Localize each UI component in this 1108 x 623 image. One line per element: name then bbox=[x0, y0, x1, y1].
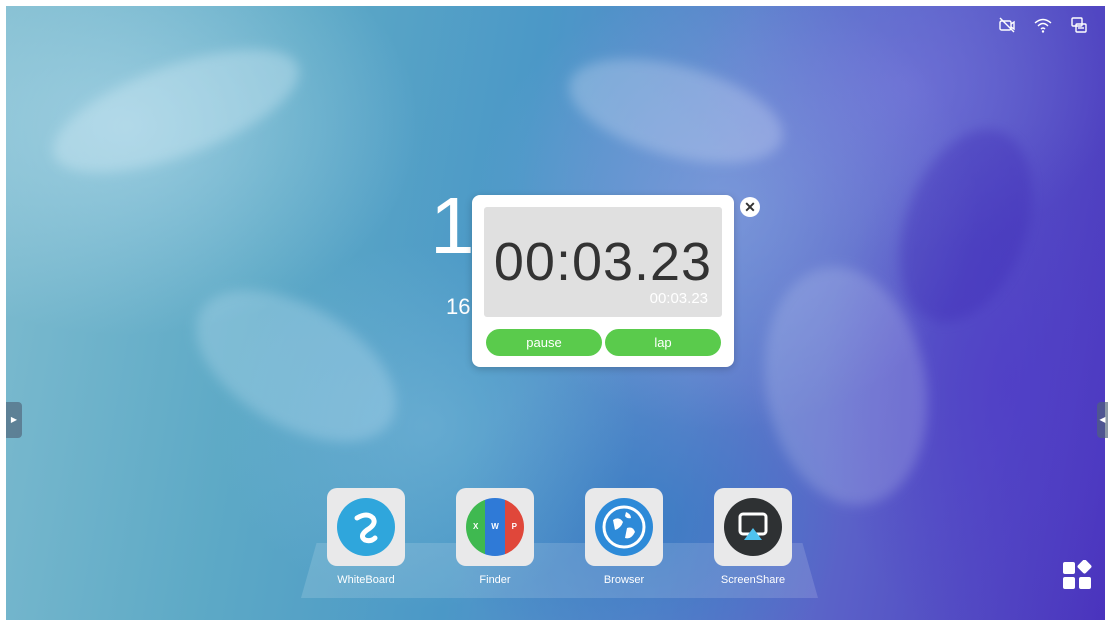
screen-mirror-icon[interactable] bbox=[1070, 16, 1088, 34]
stopwatch-widget: 00:03.23 00:03.23 pause lap bbox=[472, 195, 734, 367]
app-browser[interactable]: Browser bbox=[584, 488, 664, 586]
app-tile bbox=[714, 488, 792, 566]
app-label: ScreenShare bbox=[720, 574, 786, 586]
app-finder[interactable]: X W P Finder bbox=[455, 488, 535, 586]
pause-button[interactable]: pause bbox=[486, 329, 602, 356]
left-sidebar-toggle[interactable]: ▶ bbox=[6, 402, 22, 438]
finder-letter: W bbox=[485, 498, 505, 556]
clock-time: 1 bbox=[430, 181, 475, 270]
lap-button[interactable]: lap bbox=[605, 329, 721, 356]
app-whiteboard[interactable]: WhiteBoard bbox=[326, 488, 406, 586]
whiteboard-icon bbox=[337, 498, 395, 556]
all-apps-icon[interactable] bbox=[1062, 560, 1092, 590]
wifi-icon[interactable] bbox=[1034, 16, 1052, 34]
finder-letter: P bbox=[504, 498, 524, 556]
stopwatch-lap-time: 00:03.23 bbox=[649, 290, 708, 307]
app-label: Browser bbox=[603, 574, 645, 586]
stopwatch-time: 00:03.23 bbox=[493, 232, 713, 292]
camera-off-icon[interactable] bbox=[998, 16, 1016, 34]
screenshare-icon bbox=[724, 498, 782, 556]
app-tile bbox=[585, 488, 663, 566]
finder-icon: X W P bbox=[466, 498, 524, 556]
finder-letter: X bbox=[466, 498, 486, 556]
app-label: WhiteBoard bbox=[337, 574, 395, 586]
app-tile bbox=[327, 488, 405, 566]
app-screenshare[interactable]: ScreenShare bbox=[713, 488, 793, 586]
browser-globe-icon bbox=[595, 498, 653, 556]
right-sidebar-toggle[interactable]: ◀ bbox=[1097, 402, 1108, 438]
close-icon[interactable]: ✕ bbox=[740, 197, 760, 217]
app-label: Finder bbox=[479, 574, 511, 586]
stopwatch-display: 00:03.23 00:03.23 bbox=[484, 207, 722, 317]
status-bar bbox=[998, 16, 1088, 34]
clock-date: 16 bbox=[446, 294, 471, 319]
app-tile: X W P bbox=[456, 488, 534, 566]
